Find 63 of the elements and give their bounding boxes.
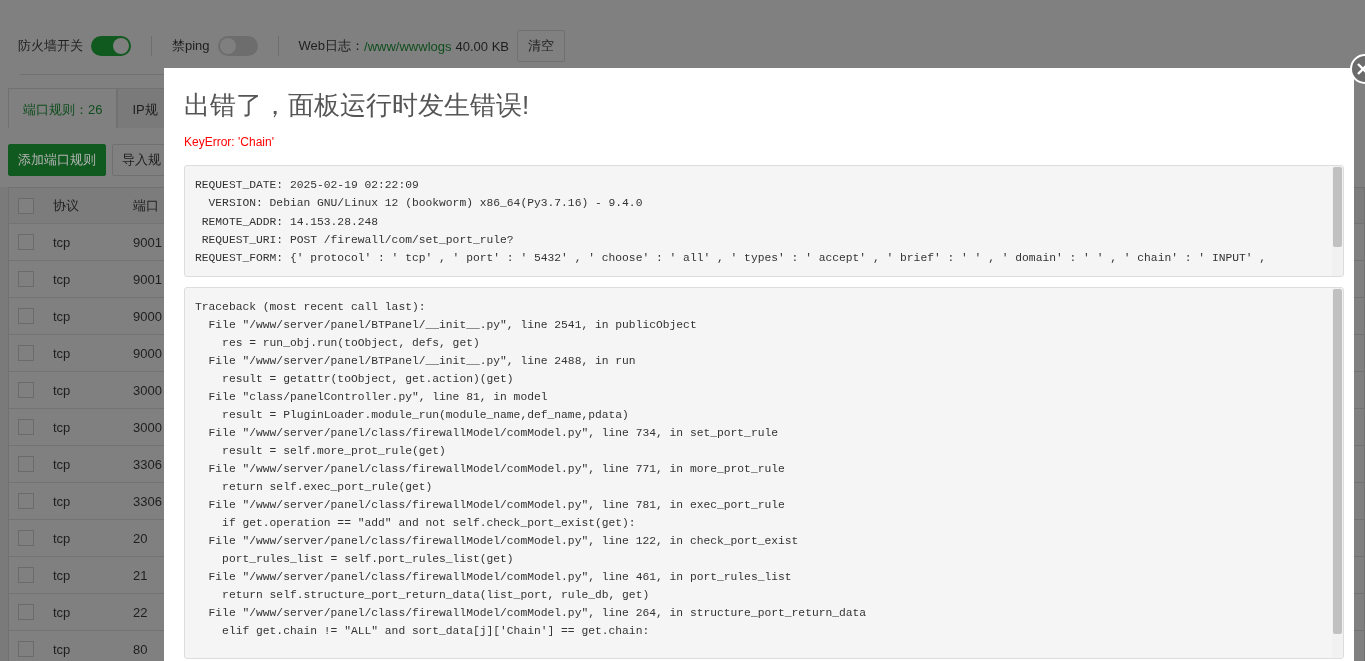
code-line: File "/www/server/panel/class/firewallModel/comModel.py", line 122, in check_port_exist [207, 534, 799, 549]
code-line: result = self.more_prot_rule(get) [221, 444, 446, 459]
table-cell: 3306 [133, 456, 162, 472]
code-line: Traceback (most recent call last): [195, 300, 426, 315]
web-log-label: Web日志： [298, 37, 365, 53]
table-cell: 21 [133, 567, 148, 583]
switch-label: 禁ping [172, 37, 210, 55]
code-line: VERSION: Debian GNU/Linux 12 (bookworm) x86_64(Py3.7.16) - 9.4.0 [207, 196, 643, 212]
code-line: File "/www/server/panel/BTPanel/__init__.py", line 2488, in run [207, 354, 636, 369]
table-cell: tcp [53, 271, 71, 287]
code-line: REQUEST_DATE: 2025-02-19 02:22:09 [195, 178, 419, 193]
table-cell: 9000 [133, 308, 162, 324]
code-line: File "/www/server/panel/class/firewallModel/comModel.py", line 461, in port_rules_list [207, 570, 792, 585]
table-cell: tcp [53, 493, 71, 509]
column-header: 协议 [53, 196, 79, 215]
log-size: 40.00 KB [455, 38, 509, 54]
table-cell: tcp [53, 456, 71, 472]
table-cell: tcp [53, 567, 71, 583]
tab[interactable]: 端口规则：26 [8, 88, 118, 128]
clear-button[interactable]: 清空 [517, 30, 565, 62]
table-cell: 9001 [133, 271, 162, 287]
dialog-title: 出错了，面板运行时发生错误! [184, 89, 531, 122]
scrollbar-thumb[interactable] [1333, 167, 1342, 247]
code-line: File "/www/server/panel/class/firewallModel/comModel.py", line 264, in structure_port_return_data [207, 606, 867, 621]
column-header: 端口 [133, 196, 159, 215]
table-cell: tcp [53, 345, 71, 361]
code-line: result = PluginLoader.module_run(module_name,def_name,pdata) [221, 408, 629, 423]
code-line: return self.exec_port_rule(get) [221, 480, 433, 495]
switch-label: 防火墙开关 [18, 37, 83, 55]
code-line: REQUEST_URI: POST /firewall/com/set_port_rule? [200, 232, 514, 248]
table-cell: 3306 [133, 493, 162, 509]
code-line: port_rules_list = self.port_rules_list(get) [221, 552, 514, 567]
code-line: REMOTE_ADDR: 14.153.28.248 [200, 214, 379, 230]
code-line: REQUEST_FORM: {' protocol' : ' tcp' , ' port' : ' 5432' , ' choose' : ' all' , ' types' : ' accept' , ' brief' : ' ' , ' domain' : ' ' , ' chain' : ' INPUT' , [195, 251, 1267, 267]
code-line: result = getattr(toObject, get.action)(get) [221, 372, 514, 387]
table-cell: 3000 [133, 382, 162, 398]
table-cell: 9000 [133, 345, 162, 361]
code-line: File "/www/server/panel/class/firewallModel/comModel.py", line 771, in more_prot_rule [207, 462, 785, 477]
code-line: File "/www/server/panel/class/firewallModel/comModel.py", line 734, in set_port_rule [207, 426, 778, 441]
table-cell: 20 [133, 530, 148, 546]
action-button[interactable]: 添加端口规则 [8, 144, 106, 176]
scrollbar-thumb[interactable] [1333, 289, 1342, 634]
code-line: File "class/panelController.py", line 81, in model [207, 390, 548, 405]
table-cell: 9001 [133, 234, 162, 250]
log-path-link[interactable]: /www/wwwlogs [364, 38, 452, 54]
table-cell: 80 [133, 641, 148, 657]
table-cell: tcp [53, 382, 71, 398]
table-cell: 3000 [133, 419, 162, 435]
code-line: elif get.chain != "ALL" and sort_data[j]['Chain'] == get.chain: [221, 624, 650, 639]
table-cell: tcp [53, 234, 71, 250]
error-message: KeyError: 'Chain' [184, 135, 275, 149]
table-cell: tcp [53, 308, 71, 324]
table-cell: tcp [53, 530, 71, 546]
code-line: if get.operation == "add" and not self.check_port_exist(get): [221, 516, 636, 531]
table-cell: tcp [53, 604, 71, 620]
table-cell: 22 [133, 604, 148, 620]
code-line: File "/www/server/panel/class/firewallModel/comModel.py", line 781, in exec_port_rule [207, 498, 785, 513]
table-cell: tcp [53, 641, 71, 657]
code-line: File "/www/server/panel/BTPanel/__init__.py", line 2541, in publicObject [207, 318, 697, 333]
toggle-switch[interactable] [91, 36, 131, 56]
code-line: return self.structure_port_return_data(list_port, rule_db, get) [221, 588, 650, 603]
code-line: res = run_obj.run(toObject, defs, get) [221, 336, 480, 351]
table-cell: tcp [53, 419, 71, 435]
